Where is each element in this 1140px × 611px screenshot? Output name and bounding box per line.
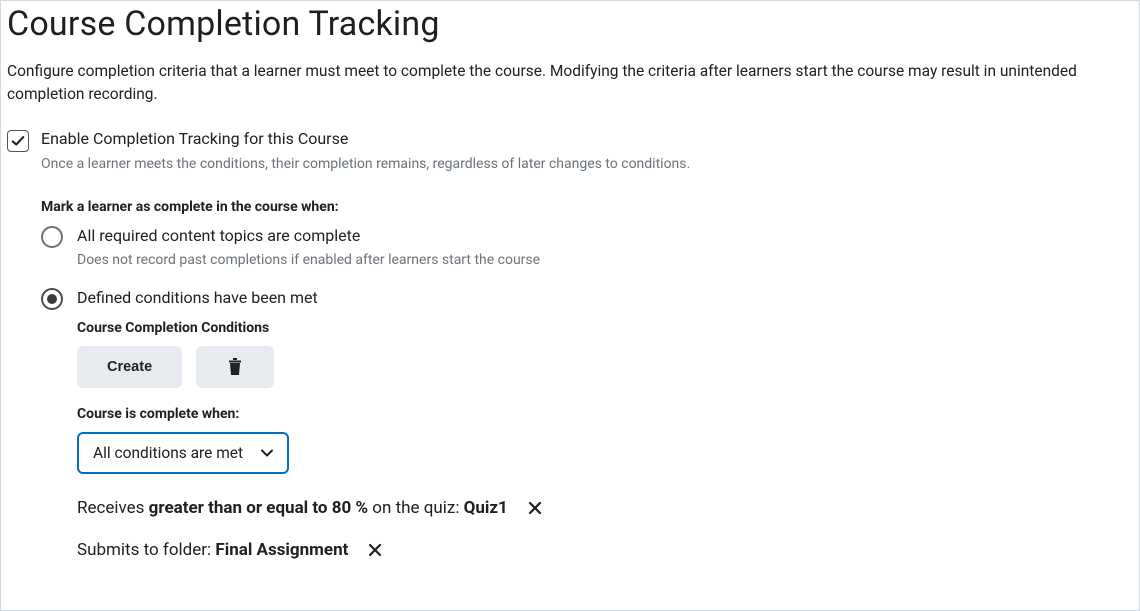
close-icon bbox=[368, 543, 382, 557]
condition-text-bold: Final Assignment bbox=[215, 540, 348, 560]
condition-text: Submits to folder: Final Assignment bbox=[77, 540, 348, 560]
check-icon bbox=[11, 134, 25, 148]
close-icon bbox=[528, 501, 542, 515]
condition-item: Receives greater than or equal to 80 % o… bbox=[77, 498, 1133, 518]
complete-when-selected-value: All conditions are met bbox=[93, 444, 243, 462]
chevron-down-icon bbox=[261, 447, 273, 459]
page-intro: Configure completion criteria that a lea… bbox=[7, 60, 1133, 107]
complete-when-select[interactable]: All conditions are met bbox=[77, 432, 289, 474]
radio-all-topics[interactable] bbox=[41, 226, 63, 248]
page-title: Course Completion Tracking bbox=[7, 3, 1133, 46]
enable-tracking-checkbox[interactable] bbox=[7, 130, 29, 152]
remove-condition-button[interactable] bbox=[528, 501, 542, 515]
page-frame: Course Completion Tracking Configure com… bbox=[0, 0, 1140, 611]
condition-text-bold: greater than or equal to 80 % bbox=[149, 498, 368, 518]
condition-text-part: Submits to folder: bbox=[77, 540, 215, 560]
radio-defined-conditions-label: Defined conditions have been met bbox=[77, 287, 1133, 309]
condition-text-bold: Quiz1 bbox=[464, 498, 508, 518]
condition-item: Submits to folder: Final Assignment bbox=[77, 540, 1133, 560]
complete-when-label: Course is complete when: bbox=[77, 406, 1133, 422]
remove-condition-button[interactable] bbox=[368, 543, 382, 557]
enable-tracking-label: Enable Completion Tracking for this Cour… bbox=[41, 128, 1133, 150]
conditions-heading: Course Completion Conditions bbox=[77, 320, 1133, 336]
condition-text: Receives greater than or equal to 80 % o… bbox=[77, 498, 508, 518]
radio-all-topics-label: All required content topics are complete bbox=[77, 225, 1133, 247]
condition-list: Receives greater than or equal to 80 % o… bbox=[77, 498, 1133, 560]
page-content: Course Completion Tracking Configure com… bbox=[1, 1, 1139, 590]
enable-tracking-help: Once a learner meets the conditions, the… bbox=[41, 154, 1133, 174]
radio-defined-conditions[interactable] bbox=[41, 288, 63, 310]
radio-all-topics-help: Does not record past completions if enab… bbox=[77, 250, 1133, 270]
condition-text-part: on the quiz: bbox=[368, 498, 464, 518]
create-condition-button[interactable]: Create bbox=[77, 346, 182, 388]
criteria-heading: Mark a learner as complete in the course… bbox=[41, 199, 1133, 215]
condition-text-part: Receives bbox=[77, 498, 149, 518]
trash-icon bbox=[227, 358, 243, 376]
delete-conditions-button[interactable] bbox=[196, 346, 274, 388]
